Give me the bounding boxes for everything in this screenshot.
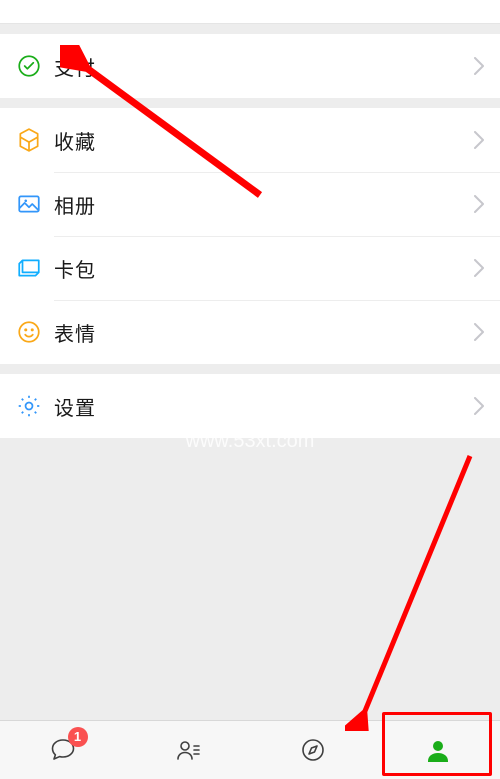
settings-icon bbox=[16, 393, 54, 419]
menu-row-settings[interactable]: 设置 bbox=[0, 374, 500, 438]
chevron-right-icon bbox=[474, 195, 484, 213]
contacts-icon bbox=[173, 735, 203, 765]
menu-row-label: 收藏 bbox=[54, 126, 474, 155]
menu-row-pay[interactable]: 支付 bbox=[0, 34, 500, 98]
bottom-tab-bar: 1 bbox=[0, 720, 500, 779]
menu-row-favorites[interactable]: 收藏 bbox=[0, 108, 500, 172]
section-gap bbox=[0, 98, 500, 108]
discover-icon bbox=[298, 735, 328, 765]
menu-row-cards[interactable]: 卡包 bbox=[0, 236, 500, 300]
chevron-right-icon bbox=[474, 57, 484, 75]
cards-icon bbox=[16, 255, 54, 281]
chevron-right-icon bbox=[474, 397, 484, 415]
annotation-arrow-bottom bbox=[345, 451, 475, 731]
tab-discover[interactable] bbox=[250, 721, 375, 779]
me-icon bbox=[423, 735, 453, 765]
chevron-right-icon bbox=[474, 323, 484, 341]
profile-header-bottom-strip bbox=[0, 0, 500, 24]
menu-row-label: 卡包 bbox=[54, 254, 474, 283]
menu-section-main: 收藏 相册 卡包 bbox=[0, 108, 500, 364]
favorites-icon bbox=[16, 127, 54, 153]
menu-row-label: 设置 bbox=[54, 392, 474, 421]
tab-chats[interactable]: 1 bbox=[0, 721, 125, 779]
chats-badge: 1 bbox=[68, 727, 88, 747]
menu-row-label: 表情 bbox=[54, 318, 474, 347]
sticker-icon bbox=[16, 319, 54, 345]
chevron-right-icon bbox=[474, 131, 484, 149]
album-icon bbox=[16, 191, 54, 217]
menu-section-settings: 设置 bbox=[0, 374, 500, 438]
tab-me[interactable] bbox=[375, 721, 500, 779]
pay-icon bbox=[16, 53, 54, 79]
menu-row-label: 支付 bbox=[54, 52, 474, 81]
menu-row-album[interactable]: 相册 bbox=[0, 172, 500, 236]
section-gap bbox=[0, 364, 500, 374]
menu-row-label: 相册 bbox=[54, 190, 474, 219]
menu-row-sticker[interactable]: 表情 bbox=[0, 300, 500, 364]
section-gap bbox=[0, 24, 500, 34]
tab-contacts[interactable] bbox=[125, 721, 250, 779]
menu-section-pay: 支付 bbox=[0, 34, 500, 98]
chevron-right-icon bbox=[474, 259, 484, 277]
